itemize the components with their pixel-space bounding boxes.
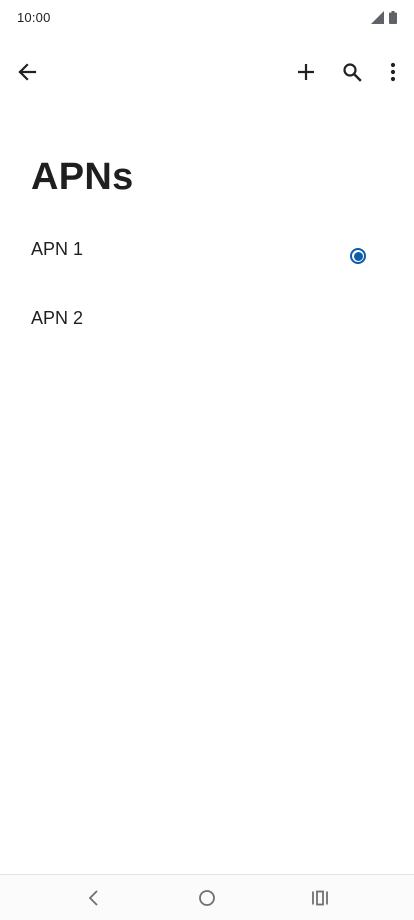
status-time: 10:00 [17,10,51,25]
apn-radio-selected[interactable] [350,248,366,264]
search-button[interactable] [332,52,372,92]
status-bar: 10:00 [0,0,414,36]
nav-recents-icon [312,890,328,906]
app-bar [0,50,414,94]
page-title: APNs [31,156,134,198]
add-apn-button[interactable] [286,52,326,92]
apn-list-item[interactable]: APN 1 [0,216,414,285]
nav-home-button[interactable] [187,883,227,913]
more-options-button[interactable] [373,52,413,92]
radio-dot [353,251,363,261]
apn-name: APN 1 [31,239,84,259]
plus-icon [298,64,314,80]
cell-signal-icon [371,11,384,24]
status-icons [371,11,397,24]
apn-list: APN 1 APN 2 [0,216,414,354]
search-icon [343,63,362,82]
back-button[interactable] [7,52,47,92]
nav-back-icon [88,890,98,906]
more-vert-icon [390,62,396,82]
system-nav-bar [0,874,414,920]
apn-list-item[interactable]: APN 2 [0,285,414,354]
apn-name: APN 2 [31,308,84,328]
nav-home-icon [199,890,215,906]
nav-recents-button[interactable] [300,883,340,913]
battery-icon [389,11,397,24]
back-arrow-icon [18,63,37,81]
nav-back-button[interactable] [73,883,113,913]
